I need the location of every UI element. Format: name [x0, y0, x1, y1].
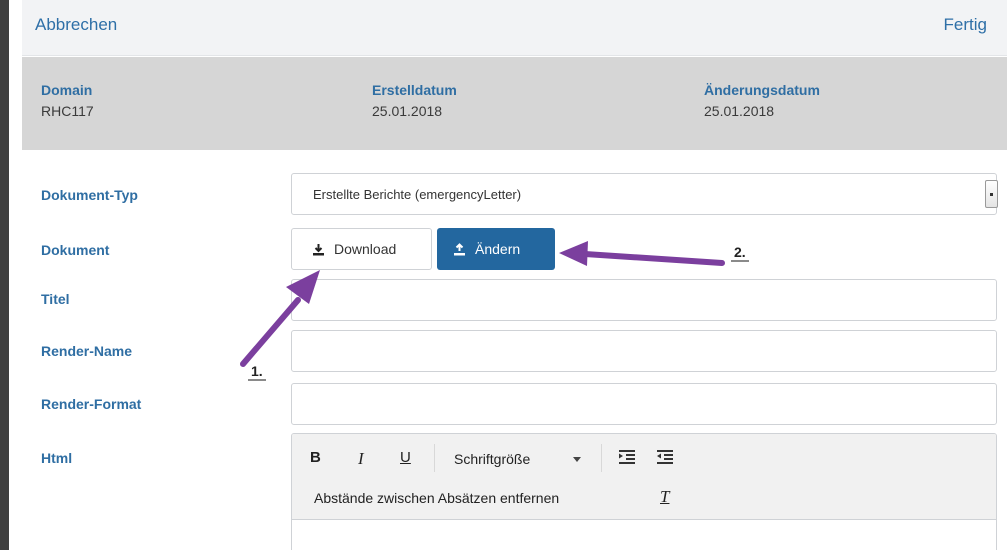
meta-created: Erstelldatum 25.01.2018 [372, 82, 457, 119]
created-label: Erstelldatum [372, 82, 457, 98]
select-arrow-icon[interactable] [985, 180, 998, 208]
changed-label: Änderungsdatum [704, 82, 820, 98]
render-name-input[interactable] [291, 330, 997, 372]
download-button[interactable]: Download [291, 228, 432, 270]
toolbar-separator [434, 444, 435, 472]
underline-button[interactable]: U [400, 449, 411, 466]
arrow-1-shaft [240, 297, 301, 367]
html-editor[interactable]: B I U Schriftgröße Abstände zwischen Abs… [291, 433, 997, 550]
bold-button[interactable]: B [310, 449, 321, 466]
doc-type-label: Dokument-Typ [41, 187, 138, 203]
upload-icon [454, 242, 465, 255]
changed-value: 25.01.2018 [704, 103, 775, 119]
render-format-label: Render-Format [41, 396, 142, 412]
cancel-button[interactable]: Abbrechen [35, 15, 117, 35]
change-button[interactable]: Ändern [437, 228, 555, 270]
change-label: Ändern [475, 241, 521, 257]
italic-button[interactable]: I [358, 449, 364, 469]
arrow-2-shaft [582, 251, 725, 266]
meta-info-panel: Domain RHC117 Erstelldatum 25.01.2018 Än… [22, 57, 1007, 150]
left-gap [9, 0, 22, 550]
chevron-down-icon[interactable] [573, 457, 581, 462]
outdent-icon[interactable] [657, 450, 673, 464]
top-toolbar: Abbrechen Fertig [22, 0, 1007, 56]
font-size-dropdown[interactable]: Schriftgröße [454, 451, 530, 467]
download-label: Download [334, 241, 397, 257]
domain-value: RHC117 [41, 103, 94, 119]
render-format-input[interactable] [291, 383, 997, 425]
indent-icon[interactable] [619, 450, 635, 464]
document-label: Dokument [41, 242, 110, 258]
doc-type-selected-value: Erstellte Berichte (emergencyLetter) [313, 187, 522, 202]
title-label: Titel [41, 291, 70, 307]
meta-domain: Domain RHC117 [41, 82, 94, 119]
doc-type-select[interactable]: Erstellte Berichte (emergencyLetter) [291, 173, 998, 215]
done-button[interactable]: Fertig [944, 15, 987, 35]
clear-format-icon[interactable]: T [660, 487, 669, 507]
editor-toolbar: B I U Schriftgröße Abstände zwischen Abs… [292, 434, 996, 520]
created-value: 25.01.2018 [372, 103, 443, 119]
download-icon [313, 243, 324, 255]
arrow-2-head [559, 241, 588, 266]
meta-changed: Änderungsdatum 25.01.2018 [704, 82, 820, 119]
toolbar-separator [601, 444, 602, 472]
left-dark-strip [0, 0, 9, 550]
render-name-label: Render-Name [41, 343, 133, 359]
title-input[interactable] [291, 279, 997, 321]
remove-paragraph-spacing-button[interactable]: Abstände zwischen Absätzen entfernen [314, 490, 559, 506]
domain-label: Domain [41, 82, 93, 98]
step-1-label: 1. [248, 364, 266, 381]
html-label: Html [41, 450, 73, 466]
step-2-label: 2. [731, 245, 749, 262]
